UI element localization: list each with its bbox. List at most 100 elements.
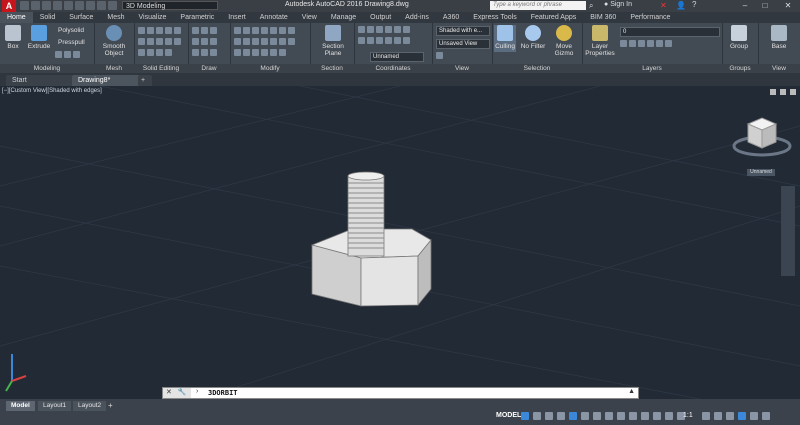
thicken-icon[interactable] [147, 27, 154, 34]
grid-icon[interactable] [521, 412, 529, 420]
chamfer-edge-icon[interactable] [156, 49, 163, 56]
ellipse-icon[interactable] [192, 49, 199, 56]
hardware-accel-icon[interactable] [738, 412, 746, 420]
snap-icon[interactable] [533, 412, 541, 420]
add-layout-icon[interactable]: + [108, 401, 113, 410]
lineweight-icon[interactable] [629, 412, 637, 420]
coordinates-panel-title[interactable]: Coordinates [354, 64, 432, 73]
presspull-button[interactable]: Presspull [58, 39, 85, 46]
subtract-icon[interactable] [64, 51, 71, 58]
open-icon[interactable] [31, 1, 40, 10]
ucs-view-icon[interactable] [367, 37, 374, 44]
view-panel-title[interactable]: View [432, 64, 492, 73]
sign-in-button[interactable]: ● Sign In [604, 1, 632, 8]
ucs-face-icon[interactable] [385, 37, 392, 44]
break-icon[interactable] [252, 49, 259, 56]
offset-edge-icon[interactable] [147, 38, 154, 45]
save-icon[interactable] [42, 1, 51, 10]
redo-icon[interactable] [86, 1, 95, 10]
customize-icon[interactable]: 🔧 [178, 389, 187, 396]
tab-add-ins[interactable]: Add-ins [398, 12, 436, 23]
ucs-3point-icon[interactable] [358, 37, 365, 44]
tab-mesh[interactable]: Mesh [100, 12, 131, 23]
solid-editing-panel-title[interactable]: Solid Editing [134, 64, 188, 73]
minimize-button[interactable]: – [735, 0, 755, 12]
3d-move-icon[interactable] [252, 27, 259, 34]
tab-featured-apps[interactable]: Featured Apps [524, 12, 584, 23]
search-icon[interactable]: ⌕ [589, 1, 593, 11]
tab-annotate[interactable]: Annotate [253, 12, 295, 23]
union-icon[interactable] [55, 51, 62, 58]
scale-icon[interactable] [234, 38, 241, 45]
groups-panel-title[interactable]: Groups [722, 64, 758, 73]
viewcube[interactable] [732, 117, 792, 157]
slice-icon[interactable] [138, 27, 145, 34]
tab-performance[interactable]: Performance [623, 12, 677, 23]
model-space-toggle[interactable]: MODEL [496, 412, 521, 419]
search-input[interactable]: Type a keyword or phrase [490, 1, 586, 10]
tab-manage[interactable]: Manage [324, 12, 363, 23]
close-command-icon[interactable]: ✕ [166, 389, 172, 396]
polar-icon[interactable] [569, 412, 577, 420]
draw-panel-title[interactable]: Draw [188, 64, 230, 73]
align-icon[interactable] [270, 27, 277, 34]
ucs-y-icon[interactable] [394, 26, 401, 33]
imprint-icon[interactable] [156, 27, 163, 34]
clean-screen-icon[interactable] [750, 412, 758, 420]
tab-surface[interactable]: Surface [62, 12, 100, 23]
ortho-icon[interactable] [557, 412, 565, 420]
tab-home[interactable]: Home [0, 12, 33, 23]
taper-faces-icon[interactable] [156, 38, 163, 45]
polyline-icon[interactable] [201, 27, 208, 34]
viewcube-ucs-menu[interactable]: Unnamed [747, 169, 775, 176]
new-icon[interactable] [20, 1, 29, 10]
tab-visualize[interactable]: Visualize [132, 12, 174, 23]
box-button[interactable]: Box [3, 25, 23, 50]
no-filter-button[interactable]: No Filter [519, 25, 547, 50]
section-plane-button[interactable]: Section Plane [316, 25, 350, 57]
offset-icon[interactable] [279, 38, 286, 45]
move-icon[interactable] [234, 27, 241, 34]
modeling-panel-title[interactable]: Modeling [0, 64, 94, 73]
visual-style-combo[interactable]: Shaded with e... [436, 26, 490, 36]
workspace-select[interactable]: 3D Modeling [122, 1, 218, 10]
help-icon[interactable]: ? [692, 0, 696, 9]
layers-panel-title[interactable]: Layers [582, 64, 722, 73]
polygon-icon[interactable] [210, 49, 217, 56]
erase-icon[interactable] [288, 38, 295, 45]
3d-osnap-icon[interactable] [605, 412, 613, 420]
start-tab[interactable]: Start [6, 75, 74, 86]
otrack-icon[interactable] [617, 412, 625, 420]
selection-cycling-icon[interactable] [653, 412, 661, 420]
shell-icon[interactable] [165, 38, 172, 45]
polysolid-button[interactable]: Polysolid [58, 27, 84, 34]
group-button[interactable]: Group [724, 25, 754, 50]
interfere-icon[interactable] [147, 49, 154, 56]
ucs-icon-toggle-icon[interactable] [403, 37, 410, 44]
trim-icon[interactable] [252, 38, 259, 45]
layout2-tab[interactable]: Layout2 [73, 401, 107, 411]
join-icon[interactable] [243, 49, 250, 56]
layer-on-icon[interactable] [620, 40, 627, 47]
command-line[interactable]: ✕ 🔧 › 3DORBIT ▲ [162, 387, 639, 399]
smooth-object-button[interactable]: Smooth Object [97, 25, 131, 57]
extrude-faces-icon[interactable] [165, 49, 172, 56]
separate-icon[interactable] [165, 27, 172, 34]
ucs-world-icon[interactable] [367, 26, 374, 33]
move-gizmo-button[interactable]: Move Gizmo [550, 25, 578, 57]
save-as-icon[interactable] [53, 1, 62, 10]
drawing-viewport[interactable]: [−][Custom View][Shaded with edges] Unna… [0, 86, 800, 399]
plot-icon[interactable] [64, 1, 73, 10]
line-icon[interactable] [192, 27, 199, 34]
lengthen-icon[interactable] [270, 49, 277, 56]
isodraft-icon[interactable] [581, 412, 589, 420]
hatch-icon[interactable] [201, 49, 208, 56]
rectangle-icon[interactable] [201, 38, 208, 45]
ucs-origin-icon[interactable] [376, 26, 383, 33]
explode-icon[interactable] [234, 49, 241, 56]
3d-mirror-icon[interactable] [279, 49, 286, 56]
layout1-tab[interactable]: Layout1 [38, 401, 72, 411]
fillet-icon[interactable] [261, 38, 268, 45]
layer-isolate-icon[interactable] [665, 40, 672, 47]
tab-output[interactable]: Output [363, 12, 398, 23]
